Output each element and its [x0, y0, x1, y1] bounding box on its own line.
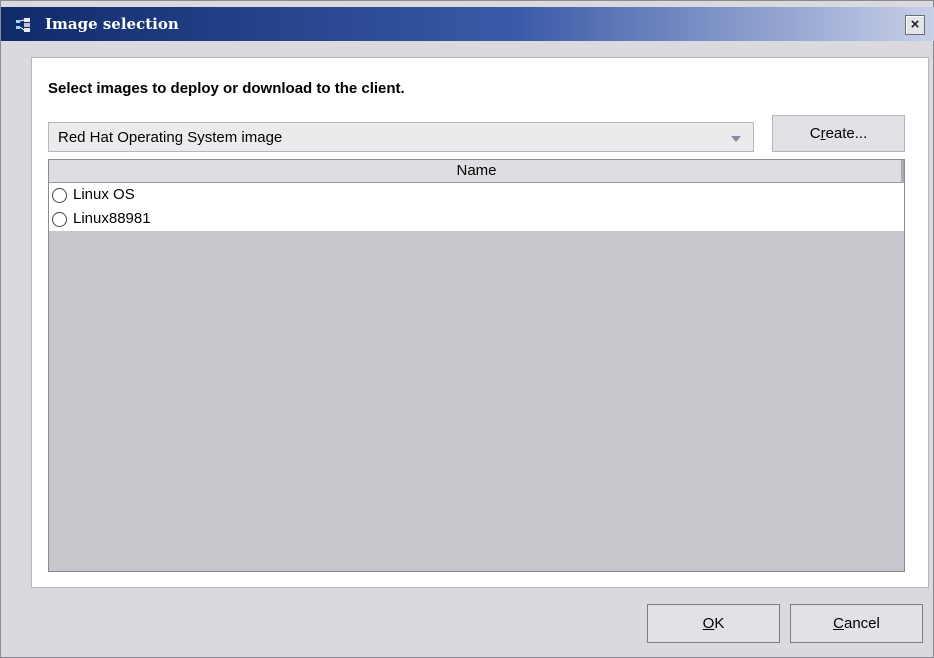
row-label: Linux88981 [73, 210, 151, 227]
column-header-name[interactable]: Name [49, 160, 904, 183]
window-title: Image selection [45, 15, 179, 33]
table-rows: Linux OS Linux88981 [49, 183, 904, 231]
cancel-button[interactable]: Cancel [790, 604, 923, 643]
ok-label-rest: K [714, 615, 725, 632]
title-bar[interactable]: Image selection × [1, 7, 934, 41]
cancel-mnemonic: C [833, 615, 844, 632]
table-row[interactable]: Linux88981 [49, 207, 904, 231]
dropdown-selected-value: Red Hat Operating System image [58, 129, 283, 146]
cancel-label-rest: ancel [843, 615, 880, 632]
chevron-down-icon [731, 136, 741, 142]
create-button-label-post: eate... [825, 125, 868, 142]
image-selection-dialog: Image selection × Select images to deplo… [0, 0, 934, 658]
create-button-label-pre: C [809, 125, 821, 142]
instruction-heading: Select images to deploy or download to t… [48, 80, 405, 97]
ok-mnemonic: O [702, 615, 715, 632]
header-resize-handle[interactable] [901, 160, 904, 183]
app-tree-icon [15, 17, 39, 33]
content-panel: Select images to deploy or download to t… [31, 57, 929, 588]
close-icon: × [910, 16, 920, 33]
radio-button[interactable] [52, 212, 67, 227]
image-type-dropdown[interactable]: Red Hat Operating System image [48, 122, 754, 152]
radio-button[interactable] [52, 188, 67, 203]
images-table: Name Linux OS Linux88981 [48, 159, 905, 572]
create-button[interactable]: Create... [772, 115, 905, 152]
table-row[interactable]: Linux OS [49, 183, 904, 207]
row-label: Linux OS [73, 186, 135, 203]
close-button[interactable]: × [905, 15, 925, 35]
ok-button[interactable]: OK [647, 604, 780, 643]
column-header-label: Name [456, 162, 497, 179]
